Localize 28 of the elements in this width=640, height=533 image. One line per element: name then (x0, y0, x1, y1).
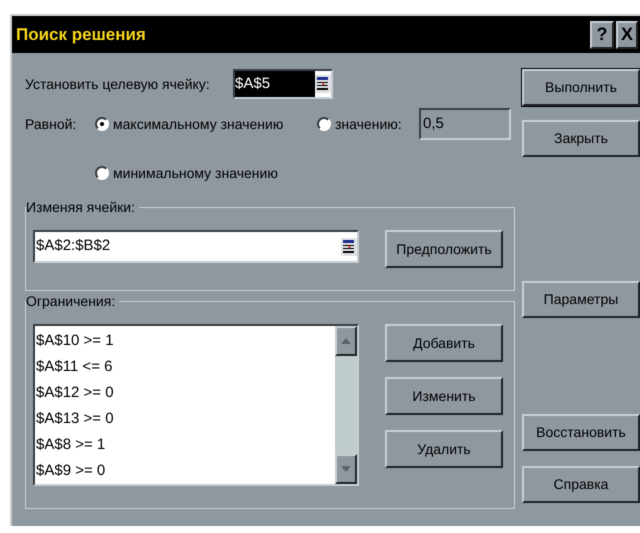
radio-button[interactable] (317, 117, 331, 131)
radio-label[interactable]: максимальному значению (113, 114, 284, 134)
dialog-button[interactable]: Параметры (522, 281, 640, 318)
dialog-button[interactable]: Восстановить (522, 414, 640, 451)
radio-label[interactable]: значению: (335, 114, 402, 134)
target-cell-label: Установить целевую ячейку: (25, 74, 211, 94)
dialog-button[interactable]: Закрыть (522, 120, 640, 157)
constraint-item[interactable]: $A$13 >= 0 (35, 406, 335, 432)
equal-to-label: Равной: (25, 114, 78, 134)
dialog-button[interactable]: Предположить (385, 230, 503, 268)
constraint-item[interactable]: $A$8 >= 1 (35, 432, 335, 458)
dialog-button[interactable]: Изменить (385, 377, 503, 415)
close-button[interactable]: X (616, 20, 638, 48)
dialog-button[interactable]: Справка (522, 466, 640, 503)
dialog-button[interactable]: Добавить (385, 324, 503, 362)
constraint-item[interactable]: $A$9 >= 0 (35, 458, 335, 484)
collapse-dialog-icon[interactable] (341, 238, 357, 256)
radio-button[interactable] (95, 166, 109, 180)
dialog-button[interactable]: Выполнить (522, 69, 640, 106)
radio-label[interactable]: минимальному значению (113, 162, 278, 184)
dialog-button[interactable]: Удалить (385, 430, 503, 468)
radio-button[interactable] (95, 117, 109, 131)
value-field[interactable]: 0,5 (419, 108, 511, 140)
constraint-item[interactable]: $A$11 <= 6 (35, 354, 335, 380)
window-title: Поиск решения (16, 24, 147, 46)
constraint-item[interactable]: $A$10 >= 1 (35, 328, 335, 354)
help-button[interactable]: ? (590, 20, 614, 48)
constraint-item[interactable]: $A$12 >= 0 (35, 380, 335, 406)
